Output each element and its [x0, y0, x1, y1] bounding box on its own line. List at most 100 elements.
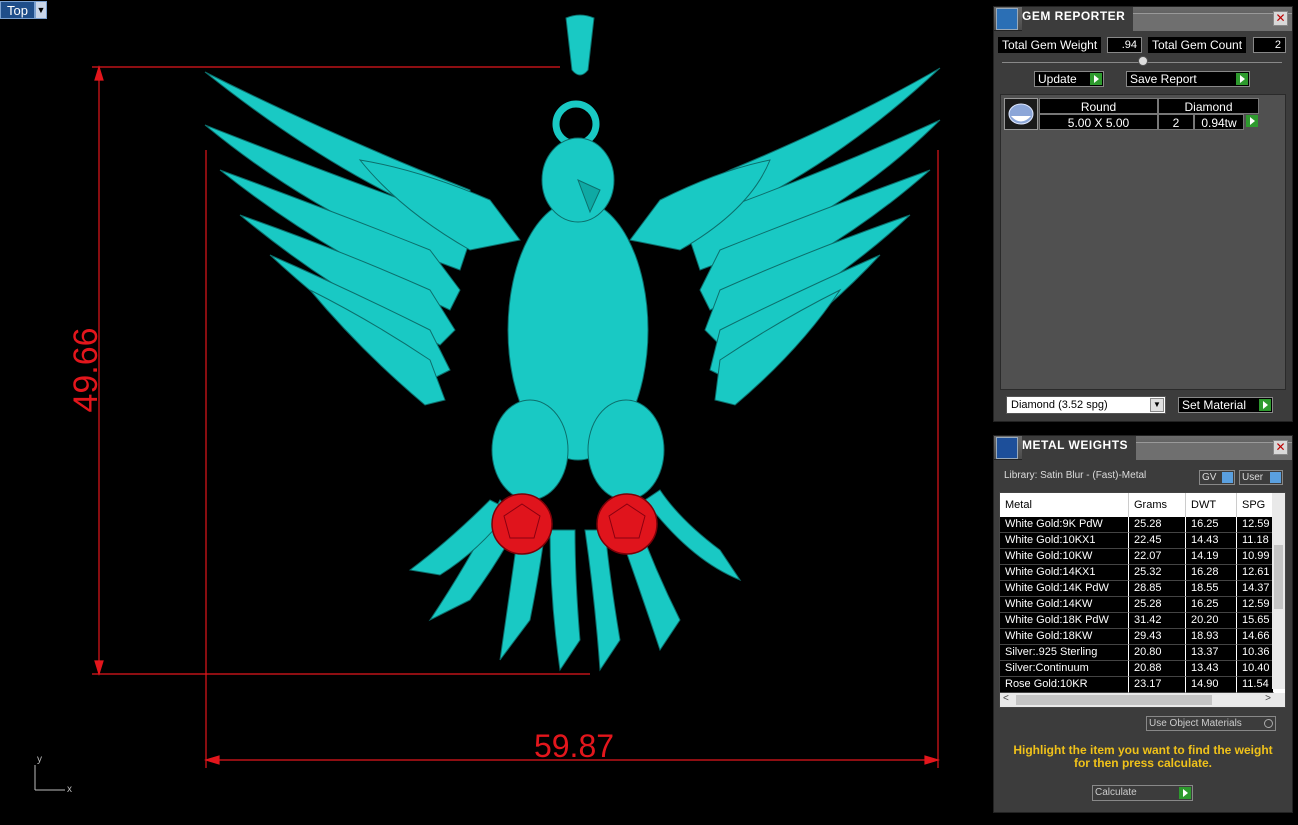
viewport-label[interactable]: Top ▼ — [0, 1, 47, 19]
horizontal-scrollbar[interactable]: < > — [1000, 693, 1285, 707]
axis-x-label: x — [67, 784, 72, 795]
scroll-thumb[interactable] — [1274, 545, 1283, 609]
cell-grams: 31.42 — [1129, 613, 1186, 629]
gem-weight: 0.94tw — [1194, 114, 1244, 130]
eagle-pendant-model[interactable] — [204, 14, 941, 672]
material-select[interactable]: Diamond (3.52 spg) ▼ — [1006, 396, 1166, 414]
calculate-button[interactable]: Calculate — [1092, 785, 1193, 801]
cell-metal: Silver:Continuum — [1000, 661, 1129, 677]
toggle-icon — [1270, 472, 1281, 483]
column-header-spg[interactable]: SPG — [1237, 493, 1274, 517]
gem-reporter-titlebar[interactable]: GEM REPORTER ✕ — [994, 6, 1292, 31]
set-material-label: Set Material — [1182, 398, 1247, 412]
cell-metal: White Gold:14KX1 — [1000, 565, 1129, 581]
scroll-thumb[interactable] — [1016, 695, 1212, 705]
cell-spg: 15.65 — [1237, 613, 1274, 629]
viewport-menu-icon[interactable]: ▼ — [34, 1, 47, 19]
cell-grams: 23.17 — [1129, 677, 1186, 693]
round-gem-icon[interactable] — [1004, 98, 1038, 130]
table-row[interactable]: White Gold:14KW 25.28 16.25 12.59 — [1000, 597, 1274, 613]
cell-spg: 11.18 — [1237, 533, 1274, 549]
dimension-width-label: 59.87 — [534, 728, 614, 764]
cell-spg: 11.54 — [1237, 677, 1274, 693]
cell-metal: Silver:.925 Sterling — [1000, 645, 1129, 661]
radio-icon[interactable] — [1264, 719, 1273, 728]
calculate-label: Calculate — [1095, 787, 1137, 798]
table-row[interactable]: White Gold:14K PdW 28.85 18.55 14.37 — [1000, 581, 1274, 597]
cell-metal: White Gold:18K PdW — [1000, 613, 1129, 629]
save-report-button[interactable]: Save Report — [1126, 71, 1250, 87]
chevron-down-icon[interactable]: ▼ — [1150, 398, 1164, 412]
cell-spg: 14.66 — [1237, 629, 1274, 645]
cell-dwt: 18.55 — [1186, 581, 1237, 597]
update-button[interactable]: Update — [1034, 71, 1104, 87]
play-icon — [1179, 787, 1191, 799]
cell-metal: Rose Gold:10KR — [1000, 677, 1129, 693]
table-row[interactable]: Rose Gold:10KR 23.17 14.90 11.54 — [1000, 677, 1274, 693]
update-button-label: Update — [1038, 72, 1077, 86]
cell-dwt: 14.90 — [1186, 677, 1237, 693]
table-row[interactable]: Silver:.925 Sterling 20.80 13.37 10.36 — [1000, 645, 1274, 661]
close-icon[interactable]: ✕ — [1273, 440, 1288, 455]
gv-toggle[interactable]: GV — [1199, 470, 1235, 485]
table-row[interactable]: White Gold:9K PdW 25.28 16.25 12.59 — [1000, 517, 1274, 533]
gem-list[interactable] — [1000, 94, 1286, 390]
gem-row-go-button[interactable] — [1244, 114, 1259, 130]
axis-indicator — [34, 765, 65, 791]
cell-spg: 10.40 — [1237, 661, 1274, 677]
metal-weights-title: METAL WEIGHTS — [1022, 435, 1137, 460]
cell-metal: White Gold:9K PdW — [1000, 517, 1129, 533]
viewport-top[interactable]: 49.66 59.87 y x Top ▼ — [0, 0, 993, 825]
scroll-right-icon[interactable]: > — [1265, 693, 1271, 704]
cell-metal: White Gold:10KW — [1000, 549, 1129, 565]
cell-grams: 25.28 — [1129, 597, 1186, 613]
play-icon — [1259, 399, 1271, 411]
cell-dwt: 18.93 — [1186, 629, 1237, 645]
material-select-value: Diamond (3.52 spg) — [1011, 399, 1108, 411]
axis-y-label: y — [37, 754, 42, 765]
vertical-scrollbar[interactable] — [1272, 493, 1285, 689]
column-header-grams[interactable]: Grams — [1129, 493, 1186, 517]
cell-dwt: 16.28 — [1186, 565, 1237, 581]
cell-grams: 29.43 — [1129, 629, 1186, 645]
table-row[interactable]: White Gold:10KX1 22.45 14.43 11.18 — [1000, 533, 1274, 549]
dimension-height-label: 49.66 — [67, 327, 105, 412]
use-object-materials-option[interactable]: Use Object Materials — [1146, 716, 1276, 731]
table-row[interactable]: White Gold:18KW 29.43 18.93 14.66 — [1000, 629, 1274, 645]
cell-spg: 10.99 — [1237, 549, 1274, 565]
user-toggle[interactable]: User — [1239, 470, 1283, 485]
metal-weights-icon — [996, 436, 1018, 459]
column-header-metal[interactable]: Metal — [1000, 493, 1129, 517]
slider-handle[interactable] — [1138, 56, 1148, 66]
library-label: Library: Satin Blur - (Fast)-Metal — [1004, 470, 1147, 481]
viewport-name[interactable]: Top — [0, 1, 35, 19]
cell-grams: 20.88 — [1129, 661, 1186, 677]
close-icon[interactable]: ✕ — [1273, 11, 1288, 26]
total-gem-count-value: 2 — [1253, 37, 1286, 53]
cell-dwt: 14.19 — [1186, 549, 1237, 565]
metal-weights-titlebar[interactable]: METAL WEIGHTS ✕ — [994, 435, 1292, 460]
metal-weights-table[interactable]: Metal Grams DWT SPG White Gold:9K PdW 25.… — [999, 492, 1286, 708]
table-row[interactable]: White Gold:18K PdW 31.42 20.20 15.65 — [1000, 613, 1274, 629]
scroll-left-icon[interactable]: < — [1003, 693, 1009, 704]
cell-grams: 20.80 — [1129, 645, 1186, 661]
cell-dwt: 16.25 — [1186, 517, 1237, 533]
cell-metal: White Gold:14KW — [1000, 597, 1129, 613]
gem-shape-header: Round — [1039, 98, 1158, 114]
cell-grams: 25.32 — [1129, 565, 1186, 581]
gem-reporter-icon — [996, 7, 1018, 30]
table-row[interactable]: White Gold:14KX1 25.32 16.28 12.61 — [1000, 565, 1274, 581]
cell-metal: White Gold:10KX1 — [1000, 533, 1129, 549]
cell-spg: 12.61 — [1237, 565, 1274, 581]
column-header-dwt[interactable]: DWT — [1186, 493, 1237, 517]
table-row[interactable]: Silver:Continuum 20.88 13.43 10.40 — [1000, 661, 1274, 677]
play-icon — [1090, 73, 1102, 85]
gem-count: 2 — [1158, 114, 1194, 130]
cell-dwt: 13.43 — [1186, 661, 1237, 677]
set-material-button[interactable]: Set Material — [1178, 397, 1273, 413]
save-report-label: Save Report — [1130, 72, 1197, 86]
model-canvas[interactable]: 49.66 59.87 y x — [0, 0, 993, 825]
table-row[interactable]: White Gold:10KW 22.07 14.19 10.99 — [1000, 549, 1274, 565]
cell-metal: White Gold:14K PdW — [1000, 581, 1129, 597]
total-gem-weight-label: Total Gem Weight — [998, 37, 1102, 53]
